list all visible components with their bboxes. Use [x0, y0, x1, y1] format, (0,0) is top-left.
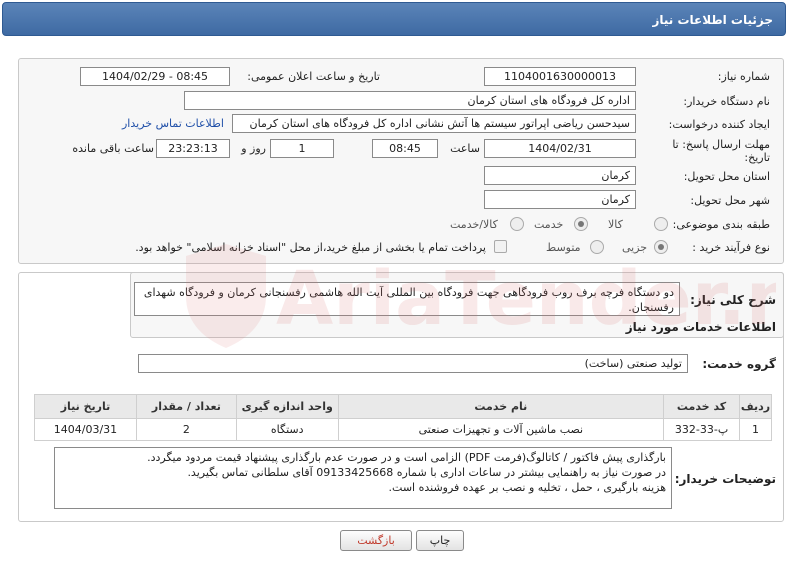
buyer-notes-line: هزینه بارگیری ، حمل ، تخلیه و نصب بر عهد… — [388, 481, 666, 494]
buyer-contact-link[interactable]: اطلاعات تماس خریدار — [122, 117, 224, 130]
announce-datetime-label: تاریخ و ساعت اعلان عمومی: — [247, 70, 380, 83]
page-title: جزئیات اطلاعات نیاز — [652, 13, 773, 27]
remaining-days-field: 1 — [270, 139, 334, 158]
services-table: ردیف کد خدمت نام خدمت واحد اندازه گیری ت… — [34, 394, 772, 441]
cell-quantity: 2 — [135, 418, 237, 441]
remaining-time-label: ساعت باقی مانده — [72, 142, 154, 155]
deadline-time-field: 08:45 — [372, 139, 438, 158]
buyer-org-label: نام دستگاه خریدار: — [683, 95, 770, 108]
col-quantity: تعداد / مقدار — [135, 394, 237, 419]
cell-service-code: پ-33-332 — [663, 418, 741, 441]
service-group-label: گروه خدمت: — [702, 357, 776, 371]
category-option-goods-service: کالا/خدمت — [450, 218, 498, 231]
deadline-date-field: 1404/02/31 — [484, 139, 636, 158]
category-radio-goods-service[interactable] — [510, 217, 524, 231]
category-option-goods: کالا — [608, 218, 623, 231]
cell-service-name: نصب ماشین آلات و تجهیزات صنعتی — [337, 418, 665, 441]
back-button[interactable]: بازگشت — [340, 530, 412, 551]
summary-label: شرح کلی نیاز: — [690, 293, 776, 307]
page-header: جزئیات اطلاعات نیاز — [2, 2, 786, 36]
category-radio-service[interactable] — [574, 217, 588, 231]
cell-need-date: 1404/03/31 — [34, 418, 137, 441]
process-radio-medium[interactable] — [590, 240, 604, 254]
category-radio-goods[interactable] — [654, 217, 668, 231]
city-field: کرمان — [484, 190, 636, 209]
category-option-service: خدمت — [534, 218, 564, 231]
process-label: نوع فرآیند خرید : — [692, 241, 770, 254]
services-section-title: اطلاعات خدمات مورد نیاز — [625, 320, 776, 334]
buyer-notes-text: بارگذاری پیش فاکتور / کاتالوگ(فرمت PDF) … — [54, 447, 672, 509]
col-service-code: کد خدمت — [663, 394, 741, 419]
requester-label: ایجاد کننده درخواست: — [668, 118, 770, 131]
buyer-org-field: اداره کل فرودگاه های استان کرمان — [184, 91, 636, 110]
remaining-time-field: 23:23:13 — [156, 139, 230, 158]
print-button[interactable]: چاپ — [416, 530, 464, 551]
need-number-label: شماره نیاز: — [717, 70, 770, 83]
summary-text: دو دستگاه فرچه برف روب فرودگاهی جهت فرود… — [134, 282, 680, 316]
treasury-payment-note: پرداخت تمام یا بخشی از مبلغ خرید،از محل … — [135, 241, 486, 254]
buyer-notes-label: توضیحات خریدار: — [674, 472, 776, 486]
deadline-label: مهلت ارسال پاسخ: تا تاریخ: — [672, 138, 770, 164]
remaining-days-label: روز و — [241, 142, 266, 155]
need-number-field: 1104001630000013 — [484, 67, 636, 86]
buyer-notes-line: در صورت نیاز به راهنمایی بیشتر در ساعات … — [187, 466, 666, 479]
deadline-time-label: ساعت — [450, 142, 480, 155]
col-unit: واحد اندازه گیری — [235, 394, 339, 419]
cell-row: 1 — [739, 418, 772, 441]
process-option-minor: جزیی — [622, 241, 648, 254]
service-group-field: تولید صنعتی (ساخت) — [138, 354, 688, 373]
province-label: استان محل تحویل: — [683, 170, 770, 183]
process-option-medium: متوسط — [546, 241, 581, 254]
cell-unit: دستگاه — [235, 418, 339, 441]
col-need-date: تاریخ نیاز — [34, 394, 137, 419]
treasury-payment-checkbox[interactable] — [494, 240, 507, 253]
services-table-header: ردیف کد خدمت نام خدمت واحد اندازه گیری ت… — [34, 394, 772, 419]
process-radio-minor[interactable] — [654, 240, 668, 254]
announce-datetime-field: 1404/02/29 - 08:45 — [80, 67, 230, 86]
category-label: طبقه بندی موضوعی: — [672, 218, 770, 231]
col-service-name: نام خدمت — [337, 394, 665, 419]
col-row: ردیف — [739, 394, 772, 419]
city-label: شهر محل تحویل: — [690, 194, 770, 207]
buyer-notes-line: بارگذاری پیش فاکتور / کاتالوگ(فرمت PDF) … — [147, 451, 666, 464]
province-field: کرمان — [484, 166, 636, 185]
requester-field: سیدحسن ریاضی اپراتور سیستم ها آتش نشانی … — [232, 114, 636, 133]
table-row: 1 پ-33-332 نصب ماشین آلات و تجهیزات صنعت… — [34, 418, 772, 441]
